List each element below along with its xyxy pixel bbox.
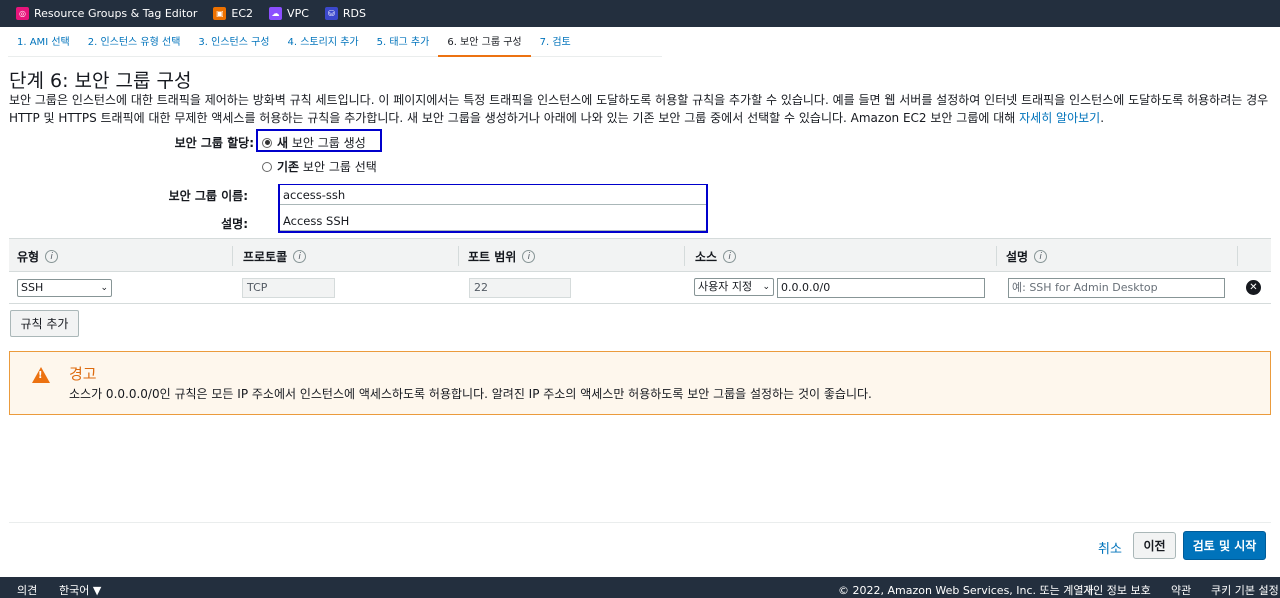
protocol-field: TCP <box>242 278 335 298</box>
security-group-name-input[interactable] <box>280 185 706 205</box>
top-navigation-bar: ◎ Resource Groups & Tag Editor ▣ EC2 ☁ V… <box>0 0 1280 27</box>
security-group-description-label: 설명: <box>221 217 248 231</box>
step-ami[interactable]: 1. AMI 선택 <box>8 30 79 57</box>
review-and-launch-button[interactable]: 검토 및 시작 <box>1183 531 1266 560</box>
step-security-group[interactable]: 6. 보안 그룹 구성 <box>438 30 531 57</box>
warning-title: 경고 <box>69 365 97 383</box>
favorite-label: VPC <box>287 7 309 20</box>
info-icon[interactable]: i <box>1034 250 1048 263</box>
info-icon[interactable]: i <box>45 250 59 263</box>
cookie-preferences-link[interactable]: 쿠키 기본 설정 <box>1211 582 1279 598</box>
radio-new-security-group[interactable]: 새 보안 그룹 생성 <box>262 134 366 151</box>
favorite-label: Resource Groups & Tag Editor <box>34 7 198 20</box>
source-type-value: 사용자 지정 <box>698 280 753 293</box>
chevron-down-icon: ⌄ <box>100 283 108 293</box>
info-icon[interactable]: i <box>723 250 737 263</box>
privacy-link[interactable]: 개인 정보 보호 <box>1083 582 1151 598</box>
info-icon[interactable]: i <box>293 250 307 263</box>
header-port-range: 포트 범위 i <box>468 248 536 265</box>
header-label: 프로토콜 <box>243 250 288 264</box>
source-cidr-input[interactable]: 0.0.0.0/0 <box>777 278 985 298</box>
port-range-field: 22 <box>469 278 571 298</box>
resource-groups-icon: ◎ <box>16 7 29 20</box>
warning-alert: ! 경고 소스가 0.0.0.0/0인 규칙은 모든 IP 주소에서 인스턴스에… <box>9 351 1271 415</box>
ec2-icon: ▣ <box>213 7 227 20</box>
warning-icon: ! <box>32 367 50 383</box>
rds-icon: ⛁ <box>324 7 338 20</box>
table-row: SSH ⌄ TCP 22 사용자 지정 ⌄ 0.0.0.0/0 예: SSH for… <box>9 272 1271 304</box>
vpc-icon: ☁ <box>269 7 283 20</box>
radio-new-label: 보안 그룹 생성 <box>291 136 366 150</box>
column-separator <box>996 246 997 266</box>
favorite-ec2[interactable]: ▣ EC2 <box>213 7 253 20</box>
language-selector[interactable]: 한국어 ▼ <box>59 582 101 598</box>
security-group-description-input[interactable] <box>280 211 706 231</box>
step-add-tags[interactable]: 5. 태그 추가 <box>368 30 439 57</box>
column-separator <box>232 246 233 266</box>
copyright-text: © 2022, Amazon Web Services, Inc. 또는 계열사… <box>838 584 1098 597</box>
favorite-resource-groups[interactable]: ◎ Resource Groups & Tag Editor <box>16 7 197 20</box>
warning-text: 소스가 0.0.0.0/0인 규칙은 모든 IP 주소에서 인스턴스에 액세스하… <box>69 387 872 401</box>
info-icon[interactable]: i <box>522 250 536 263</box>
step-review[interactable]: 7. 검토 <box>531 30 580 57</box>
header-label: 설명 <box>1006 250 1029 264</box>
add-rule-button[interactable]: 규칙 추가 <box>10 310 79 337</box>
header-label: 포트 범위 <box>468 250 517 264</box>
column-separator <box>684 246 685 266</box>
header-source: 소스 i <box>695 248 737 265</box>
chevron-down-icon: ⌄ <box>762 282 770 292</box>
feedback-link[interactable]: 의견 <box>17 582 37 598</box>
favorite-rds[interactable]: ⛁ RDS <box>324 7 366 20</box>
header-type: 유형 i <box>17 248 59 265</box>
column-separator <box>458 246 459 266</box>
security-group-name-label: 보안 그룹 이름: <box>168 189 248 203</box>
radio-unselected-icon <box>262 161 272 172</box>
type-select-value: SSH <box>21 281 44 294</box>
terms-link[interactable]: 약관 <box>1171 582 1191 598</box>
radio-existing-bold: 기존 <box>277 160 300 174</box>
step-instance-type[interactable]: 2. 인스턴스 유형 선택 <box>79 30 190 57</box>
console-footer: 의견 한국어 ▼ © 2022, Amazon Web Services, In… <box>0 577 1280 598</box>
learn-more-link[interactable]: 자세히 알아보기 <box>1019 111 1100 125</box>
radio-selected-icon <box>262 137 272 148</box>
radio-existing-label: 보안 그룹 선택 <box>302 160 377 174</box>
header-protocol: 프로토콜 i <box>243 248 307 265</box>
step-configure-instance[interactable]: 3. 인스턴스 구성 <box>189 30 278 57</box>
description-period: . <box>1100 111 1105 125</box>
footer-divider <box>9 522 1271 523</box>
cancel-button[interactable]: 취소 <box>1098 538 1122 557</box>
column-separator <box>1237 246 1238 266</box>
step-add-storage[interactable]: 4. 스토리지 추가 <box>279 30 368 57</box>
radio-new-bold: 새 <box>277 136 289 150</box>
favorite-label: RDS <box>342 7 366 20</box>
header-label: 소스 <box>695 250 718 264</box>
source-type-select[interactable]: 사용자 지정 ⌄ <box>694 278 774 296</box>
header-description: 설명 i <box>1006 248 1048 265</box>
remove-rule-icon[interactable]: ✕ <box>1246 280 1261 295</box>
rules-table-header: 유형 i 프로토콜 i 포트 범위 i 소스 i 설명 i <box>9 238 1271 272</box>
previous-button[interactable]: 이전 <box>1133 532 1176 559</box>
page-description: 보안 그룹은 인스턴스에 대한 트래픽을 제어하는 방화벽 규칙 세트입니다. … <box>9 91 1271 127</box>
favorite-label: EC2 <box>231 7 254 20</box>
assign-label: 보안 그룹 할당: <box>174 136 254 150</box>
wizard-steps: 1. AMI 선택 2. 인스턴스 유형 선택 3. 인스턴스 구성 4. 스토… <box>8 30 662 57</box>
radio-existing-security-group[interactable]: 기존 보안 그룹 선택 <box>262 158 377 175</box>
rule-description-input[interactable]: 예: SSH for Admin Desktop <box>1008 278 1225 298</box>
favorite-vpc[interactable]: ☁ VPC <box>269 7 309 20</box>
type-select[interactable]: SSH ⌄ <box>17 279 112 297</box>
header-label: 유형 <box>17 250 40 264</box>
page-title: 단계 6: 보안 그룹 구성 <box>9 70 192 92</box>
